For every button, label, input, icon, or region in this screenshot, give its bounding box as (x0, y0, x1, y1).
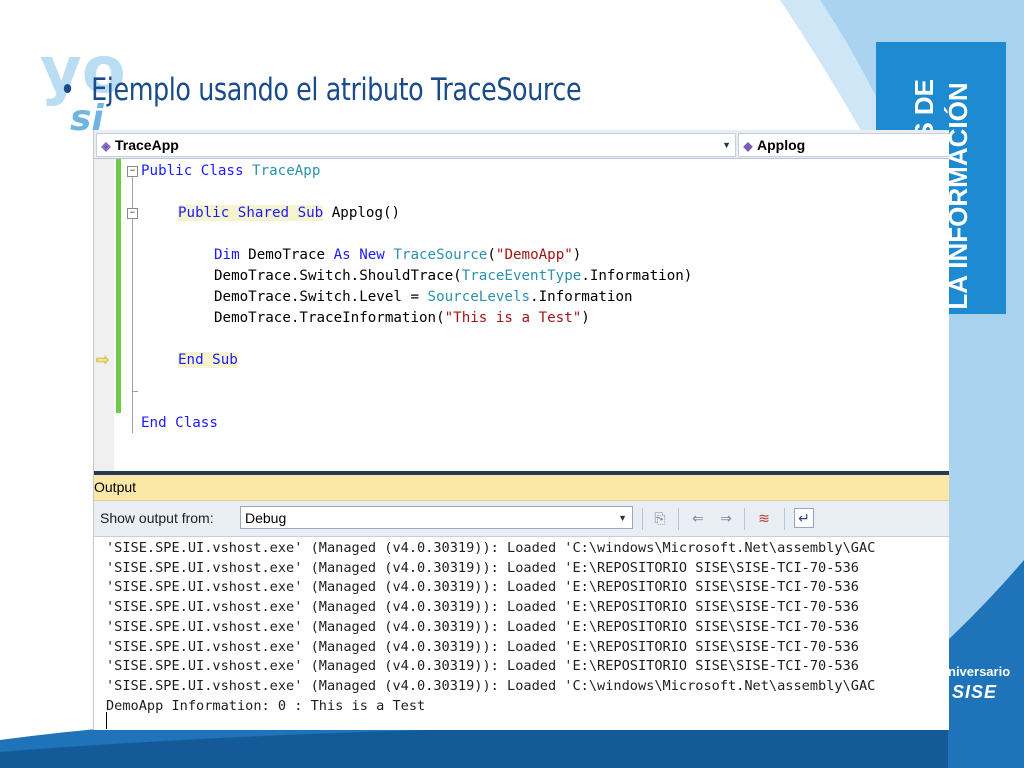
output-toolbar: Show output from: Debug ▼ ⎘ ⇐ ⇒ ≋ ↵ (94, 501, 949, 537)
toolbar-separator (678, 508, 679, 530)
output-line: DemoApp Information: 0 : This is a Test (106, 697, 426, 714)
method-icon: ◆ (743, 139, 753, 153)
code-line-1: Public Class TraceApp (141, 163, 321, 179)
output-source-value: Debug (245, 510, 287, 526)
output-title: Output (94, 475, 949, 501)
class-icon: ◈ (101, 139, 111, 153)
bullet: • (60, 72, 75, 108)
output-line: 'SISE.SPE.UI.vshost.exe' (Managed (v4.0.… (106, 677, 876, 694)
class-dropdown-value: TraceApp (115, 137, 179, 153)
ide-window: ◈ TraceApp ▼ ◆ Applog − − ⇨ Public Class T… (93, 130, 949, 730)
navigation-bar: ◈ TraceApp ▼ ◆ Applog (94, 130, 949, 159)
text-caret (106, 712, 107, 729)
toolbar-separator (744, 508, 745, 530)
brand-text: niversario (948, 664, 1011, 679)
show-output-label: Show output from: (100, 510, 214, 526)
code-editor[interactable]: − − ⇨ Public Class TraceApp Public Share… (94, 159, 949, 471)
collapse-sub-icon[interactable]: − (127, 208, 138, 219)
toolbar-separator (784, 508, 785, 530)
output-line: 'SISE.SPE.UI.vshost.exe' (Managed (v4.0.… (106, 540, 876, 556)
output-line: 'SISE.SPE.UI.vshost.exe' (Managed (v4.0.… (106, 579, 859, 596)
code-line-3: Dim DemoTrace As New TraceSource("DemoAp… (214, 247, 582, 263)
next-message-icon[interactable]: ⇒ (716, 508, 736, 528)
output-line: 'SISE.SPE.UI.vshost.exe' (Managed (v4.0.… (106, 599, 859, 616)
class-dropdown[interactable]: ◈ TraceApp ▼ (96, 133, 736, 157)
output-line: 'SISE.SPE.UI.vshost.exe' (Managed (v4.0.… (106, 658, 859, 675)
slide-title: • Ejemplo usando el atributo TraceSource (60, 72, 582, 108)
chevron-down-icon: ▼ (722, 140, 731, 150)
output-line: 'SISE.SPE.UI.vshost.exe' (Managed (v4.0.… (106, 618, 859, 635)
slide-title-text: Ejemplo usando el atributo TraceSource (91, 72, 582, 108)
output-source-select[interactable]: Debug ▼ (240, 506, 633, 529)
method-dropdown[interactable]: ◆ Applog (738, 133, 949, 157)
word-wrap-icon[interactable]: ↵ (794, 508, 814, 528)
output-line: 'SISE.SPE.UI.vshost.exe' (Managed (v4.0.… (106, 638, 859, 655)
code-line-8: End Class (141, 415, 218, 431)
prev-message-icon[interactable]: ⇐ (688, 508, 708, 528)
code-line-5: DemoTrace.Switch.Level = SourceLevels.In… (214, 289, 633, 305)
code-line-4: DemoTrace.Switch.ShouldTrace(TraceEventT… (214, 268, 693, 284)
find-message-icon[interactable]: ⎘ (650, 508, 670, 528)
outline-end (132, 391, 138, 392)
execution-arrow-icon: ⇨ (96, 352, 110, 369)
clear-all-icon[interactable]: ≋ (754, 508, 774, 528)
code-line-2: Public Shared Sub Applog() (178, 205, 401, 221)
chevron-down-icon: ▼ (618, 513, 627, 523)
code-line-6: DemoTrace.TraceInformation("This is a Te… (214, 310, 590, 326)
toolbar-separator (642, 508, 643, 530)
indicator-margin[interactable] (94, 159, 114, 471)
output-panel: Output Show output from: Debug ▼ ⎘ ⇐ ⇒ ≋… (94, 471, 949, 730)
code-line-7: End Sub (178, 352, 238, 368)
output-text[interactable]: 'SISE.SPE.UI.vshost.exe' (Managed (v4.0.… (106, 539, 949, 716)
output-line: 'SISE.SPE.UI.vshost.exe' (Managed (v4.0.… (106, 559, 859, 576)
method-dropdown-value: Applog (757, 137, 806, 153)
collapse-class-icon[interactable]: − (127, 166, 138, 177)
brand-logo: SISE (952, 682, 998, 702)
change-tracking-bar (116, 159, 121, 413)
